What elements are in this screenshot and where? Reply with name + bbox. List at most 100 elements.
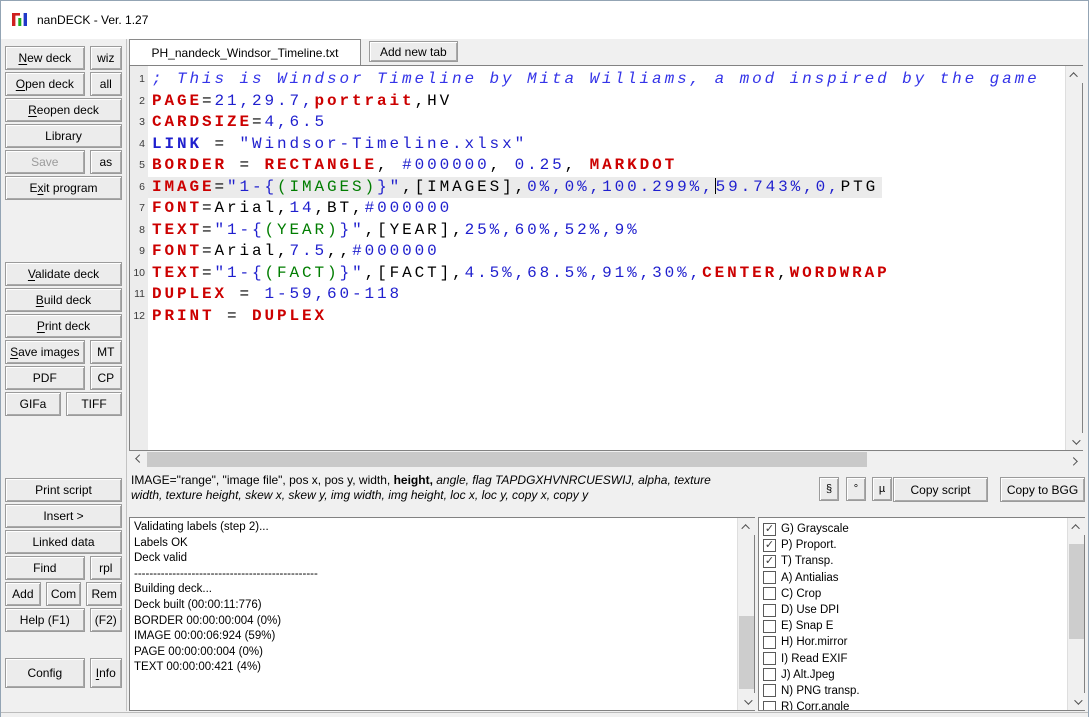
com-button[interactable]: Com xyxy=(46,582,82,606)
insert-micro-symbol-button[interactable]: µ xyxy=(872,477,892,501)
flag-item[interactable]: ✓P) Proport. xyxy=(761,537,1065,553)
log-scroll-thumb[interactable] xyxy=(739,616,754,689)
wiz-button[interactable]: wiz xyxy=(90,46,122,70)
print-deck-button[interactable]: Print deck xyxy=(5,314,122,338)
validation-log-panel[interactable]: Validating labels (step 2)...Labels OKDe… xyxy=(129,517,755,711)
mt-button[interactable]: MT xyxy=(90,340,122,364)
config-button[interactable]: Config xyxy=(5,658,85,688)
code-line[interactable]: 9FONT=Arial,7.5,,#000000 xyxy=(130,241,1065,263)
code-line[interactable]: 12PRINT = DUPLEX xyxy=(130,306,1065,328)
code-line[interactable]: 1; This is Windsor Timeline by Mita Will… xyxy=(130,69,1065,91)
checkbox-checked[interactable]: ✓ xyxy=(763,523,776,536)
code-line[interactable]: 7FONT=Arial,14,BT,#000000 xyxy=(130,198,1065,220)
line-content: TEXT="1-{(YEAR)}",[YEAR],25%,60%,52%,9% xyxy=(148,220,644,242)
flag-item[interactable]: C) Crop xyxy=(761,586,1065,602)
code-line[interactable]: 10TEXT="1-{(FACT)}",[FACT],4.5%,68.5%,91… xyxy=(130,263,1065,285)
checkbox-unchecked[interactable] xyxy=(763,652,776,665)
flag-item[interactable]: H) Hor.mirror xyxy=(761,634,1065,650)
script-editor[interactable]: 1; This is Windsor Timeline by Mita Will… xyxy=(129,65,1083,451)
exit-program-button[interactable]: Exit program xyxy=(5,176,122,200)
line-content: CARDSIZE=4,6.5 xyxy=(148,112,331,134)
print-script-button[interactable]: Print script xyxy=(5,478,122,502)
new-deck-button[interactable]: New deck xyxy=(5,46,85,70)
checkbox-unchecked[interactable] xyxy=(763,636,776,649)
flags-scroll-thumb[interactable] xyxy=(1069,544,1084,639)
tiff-button[interactable]: TIFF xyxy=(66,392,122,416)
code-line[interactable]: 6IMAGE="1-{(IMAGES)}",[IMAGES],0%,0%,100… xyxy=(130,177,1065,199)
cp-button[interactable]: CP xyxy=(90,366,122,390)
open-deck-button[interactable]: Open deck xyxy=(5,72,85,96)
scroll-left-icon[interactable] xyxy=(129,451,146,468)
syntax-help: IMAGE="range", "image file", pos x, pos … xyxy=(131,473,836,502)
editor-vertical-scrollbar[interactable] xyxy=(1065,66,1082,450)
flag-item[interactable]: R) Corr.angle xyxy=(761,699,1065,710)
flag-item[interactable]: J) Alt.Jpeg xyxy=(761,667,1065,683)
flag-item[interactable]: E) Snap E xyxy=(761,618,1065,634)
log-vertical-scrollbar[interactable] xyxy=(737,518,754,710)
code-line[interactable]: 8TEXT="1-{(YEAR)}",[YEAR],25%,60%,52%,9% xyxy=(130,220,1065,242)
rpl-button[interactable]: rpl xyxy=(90,556,122,580)
f2-button[interactable]: (F2) xyxy=(90,608,122,632)
save-as-button[interactable]: as xyxy=(90,150,122,174)
checkbox-unchecked[interactable] xyxy=(763,604,776,617)
checkbox-unchecked[interactable] xyxy=(763,587,776,600)
rem-button[interactable]: Rem xyxy=(86,582,122,606)
add-button[interactable]: Add xyxy=(5,582,41,606)
flag-item[interactable]: ✓G) Grayscale xyxy=(761,521,1065,537)
tab-active-script[interactable]: PH_nandeck_Windsor_Timeline.txt xyxy=(129,39,361,65)
scroll-up-icon[interactable] xyxy=(738,518,755,535)
info-button[interactable]: Info xyxy=(90,658,122,688)
sidebar-button-row: Save imagesMT xyxy=(1,340,126,364)
code-line[interactable]: 11DUPLEX = 1-59,60-118 xyxy=(130,284,1065,306)
help-f1-button[interactable]: Help (F1) xyxy=(5,608,85,632)
flag-item[interactable]: A) Antialias xyxy=(761,570,1065,586)
pdf-button[interactable]: PDF xyxy=(5,366,85,390)
code-line[interactable]: 2PAGE=21,29.7,portrait,HV xyxy=(130,91,1065,113)
build-deck-button[interactable]: Build deck xyxy=(5,288,122,312)
line-content: PAGE=21,29.7,portrait,HV xyxy=(148,91,456,113)
checkbox-unchecked[interactable] xyxy=(763,620,776,633)
scroll-down-icon[interactable] xyxy=(1066,433,1083,450)
save-images-button[interactable]: Save images xyxy=(5,340,85,364)
checkbox-unchecked[interactable] xyxy=(763,701,776,710)
code-area[interactable]: 1; This is Windsor Timeline by Mita Will… xyxy=(130,69,1065,450)
insert-button[interactable]: Insert > xyxy=(5,504,122,528)
checkbox-unchecked[interactable] xyxy=(763,684,776,697)
reopen-deck-button[interactable]: Reopen deck xyxy=(5,98,122,122)
linked-data-button[interactable]: Linked data xyxy=(5,530,122,554)
scroll-right-icon[interactable] xyxy=(1066,451,1083,468)
checkbox-checked[interactable]: ✓ xyxy=(763,539,776,552)
checkbox-unchecked[interactable] xyxy=(763,668,776,681)
editor-horizontal-scrollbar[interactable] xyxy=(129,451,1083,468)
find-button[interactable]: Find xyxy=(5,556,85,580)
insert-section-symbol-button[interactable]: § xyxy=(819,477,839,501)
scroll-down-icon[interactable] xyxy=(1068,693,1085,710)
checkbox-checked[interactable]: ✓ xyxy=(763,555,776,568)
code-line[interactable]: 4LINK = "Windsor-Timeline.xlsx" xyxy=(130,134,1065,156)
flag-item[interactable]: N) PNG transp. xyxy=(761,683,1065,699)
scroll-down-icon[interactable] xyxy=(738,693,755,710)
code-line[interactable]: 3CARDSIZE=4,6.5 xyxy=(130,112,1065,134)
scroll-up-icon[interactable] xyxy=(1066,66,1083,83)
line-number: 10 xyxy=(130,263,148,285)
flag-item[interactable]: ✓T) Transp. xyxy=(761,553,1065,569)
line-number: 3 xyxy=(130,112,148,134)
flag-item[interactable]: D) Use DPI xyxy=(761,602,1065,618)
flag-item[interactable]: I) Read EXIF xyxy=(761,651,1065,667)
code-line[interactable]: 5BORDER = RECTANGLE, #000000, 0.25, MARK… xyxy=(130,155,1065,177)
copy-script-button[interactable]: Copy script xyxy=(893,477,988,502)
sidebar-button-row: Reopen deck xyxy=(1,98,126,122)
horizontal-scroll-thumb[interactable] xyxy=(147,452,867,467)
gifa-button[interactable]: GIFa xyxy=(5,392,61,416)
scroll-up-icon[interactable] xyxy=(1068,518,1085,535)
add-new-tab-button[interactable]: Add new tab xyxy=(369,41,458,62)
log-line: Building deck... xyxy=(134,582,735,598)
checkbox-unchecked[interactable] xyxy=(763,571,776,584)
all-button[interactable]: all xyxy=(90,72,122,96)
save-button[interactable]: Save xyxy=(5,150,85,174)
validate-deck-button[interactable]: Validate deck xyxy=(5,262,122,286)
library-button[interactable]: Library xyxy=(5,124,122,148)
flags-vertical-scrollbar[interactable] xyxy=(1067,518,1084,710)
copy-to-bgg-button[interactable]: Copy to BGG xyxy=(1000,477,1085,502)
insert-degree-symbol-button[interactable]: ° xyxy=(846,477,866,501)
